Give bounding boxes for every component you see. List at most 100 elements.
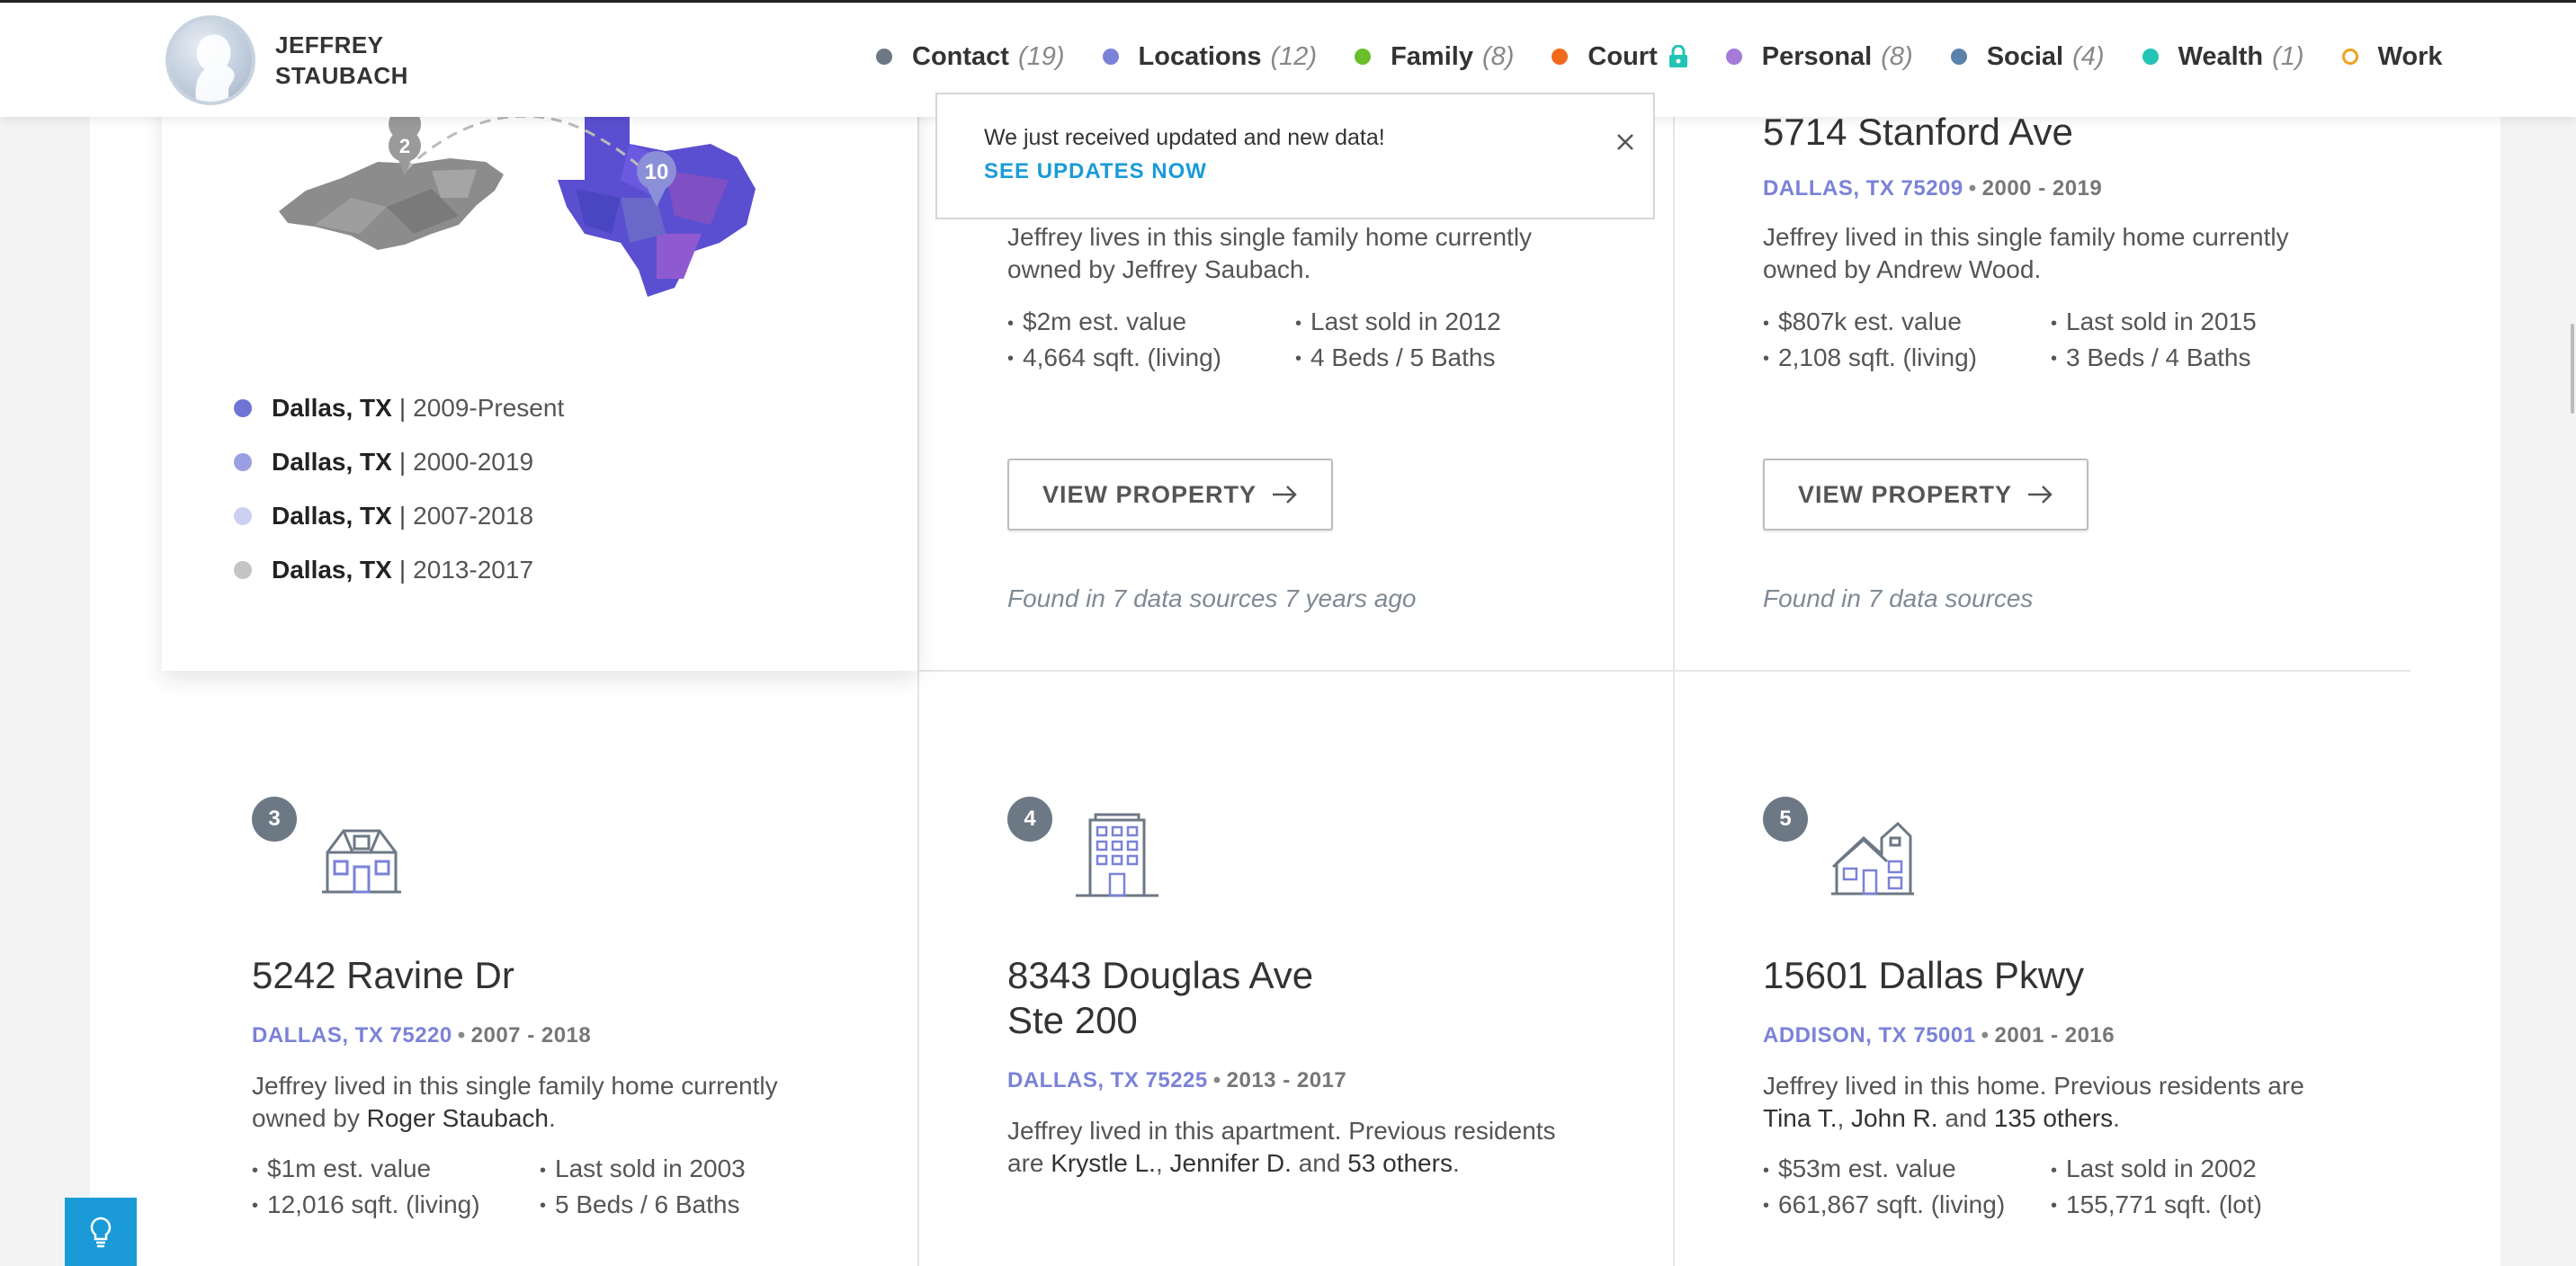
fact-last-sold: Last sold in 2002 xyxy=(2051,1153,2339,1187)
nav-wealth[interactable]: Wealth (1) xyxy=(2142,42,2304,72)
property-years: 2013 - 2017 xyxy=(1226,1068,1347,1092)
property-facts: $2m est. value Last sold in 2012 4,664 s… xyxy=(1007,306,1583,375)
property-address[interactable]: 8343 Douglas Ave Ste 200 xyxy=(1007,953,1313,1043)
property-card-5: 5 15601 Dallas Pkwy ADDISON, TX 75001 • 20… xyxy=(1763,671,2446,1266)
property-description: Jeffrey lived in this apartment. Previou… xyxy=(1007,1115,1637,1180)
property-card-3: 3 5242 Ravine Dr DALLAS, TX 75220 • 2007 -… xyxy=(252,671,935,1266)
profile-last-name: STAUBACH xyxy=(275,62,408,89)
description-text: and xyxy=(1937,1104,1994,1132)
location-item[interactable]: Dallas, TX | 2013-2017 xyxy=(234,543,564,597)
close-icon[interactable] xyxy=(1614,130,1637,154)
fact-value: $1m est. value xyxy=(252,1153,540,1187)
location-city: Dallas, TX xyxy=(272,448,392,476)
nav-dot xyxy=(1552,49,1569,65)
view-property-button[interactable]: VIEW PROPERTY xyxy=(1763,459,2089,530)
notification-message: We just received updated and new data! xyxy=(984,125,1385,150)
description-line: Jeffrey lived in this home. Previous res… xyxy=(1763,1072,2304,1100)
property-card-4: 4 8343 Douglas Ave Ste 200 DALLAS, TX 75… xyxy=(1007,671,1691,1266)
location-city: Dallas, TX xyxy=(272,502,392,530)
resident-name[interactable]: Jennifer D. xyxy=(1170,1149,1292,1177)
fact-value: $53m est. value xyxy=(1763,1153,2051,1187)
location-item[interactable]: Dallas, TX | 2009-Present xyxy=(234,381,564,435)
location-years: 2009-Present xyxy=(413,394,565,422)
description-text: owned by xyxy=(252,1104,367,1132)
fact-sqft: 12,016 sqft. (living) xyxy=(252,1189,540,1223)
single-family-house-icon xyxy=(322,829,401,894)
data-sources-note: Found in 7 data sources xyxy=(1763,584,2034,612)
other-residents-link[interactable]: 53 others xyxy=(1347,1149,1453,1177)
property-facts: $53m est. value Last sold in 2002 661,86… xyxy=(1763,1153,2339,1222)
location-item[interactable]: Dallas, TX | 2000-2019 xyxy=(234,435,564,489)
description-line: Tina T., John R. and 135 others. xyxy=(1763,1102,2393,1135)
nav-count: (19) xyxy=(1017,41,1065,71)
see-updates-link[interactable]: SEE UPDATES NOW xyxy=(984,159,1207,184)
profile-name: JEFFREY STAUBACH xyxy=(275,30,408,91)
fact-last-sold: Last sold in 2003 xyxy=(540,1153,827,1187)
location-dot xyxy=(234,399,252,417)
nav-label: Work xyxy=(2377,41,2443,71)
description-text: , xyxy=(1837,1104,1852,1132)
lightbulb-icon xyxy=(90,1217,112,1248)
nav-personal[interactable]: Personal (8) xyxy=(1725,42,1913,72)
property-description: Jeffrey lived in this home. Previous res… xyxy=(1763,1070,2393,1135)
resident-name[interactable]: John R. xyxy=(1851,1104,1938,1132)
property-years: 2000 - 2019 xyxy=(1981,176,2103,201)
resident-name[interactable]: Krystle L. xyxy=(1051,1149,1156,1177)
data-sources-note: Found in 7 data sources 7 years ago xyxy=(1007,584,1417,612)
other-residents-link[interactable]: 135 others xyxy=(1994,1104,2113,1132)
property-address[interactable]: 15601 Dallas Pkwy xyxy=(1763,953,2084,998)
separator: | xyxy=(398,556,407,584)
fact-last-sold: Last sold in 2015 xyxy=(2051,306,2339,340)
description-line: owned by Jeffrey Saubach. xyxy=(1007,255,1311,283)
property-city: DALLAS, TX 75225 xyxy=(1007,1068,1208,1092)
meta-dot: • xyxy=(1968,176,1977,201)
resident-name[interactable]: Tina T. xyxy=(1763,1104,1837,1132)
nav-dot xyxy=(1355,49,1372,65)
help-button[interactable] xyxy=(65,1198,137,1266)
fact-sqft: 2,108 sqft. (living) xyxy=(1763,342,2051,376)
nav-court[interactable]: Court xyxy=(1552,42,1687,72)
fact-value: $2m est. value xyxy=(1007,306,1295,340)
property-number-badge: 5 xyxy=(1763,797,1808,842)
nav-dot xyxy=(2142,49,2159,65)
button-label: VIEW PROPERTY xyxy=(1042,480,1257,508)
fact-sqft: 661,867 sqft. (living) xyxy=(1763,1189,2051,1223)
profile-avatar[interactable] xyxy=(165,15,255,105)
property-city: ADDISON, TX 75001 xyxy=(1763,1023,1976,1048)
person-silhouette-icon xyxy=(195,34,235,102)
property-description: Jeffrey lived in this single family home… xyxy=(252,1070,881,1135)
section-nav: Contact (19) Locations (12) Family (8) C… xyxy=(876,39,2443,75)
description-text: , xyxy=(1155,1149,1170,1177)
description-text: . xyxy=(549,1104,556,1132)
nav-label: Social xyxy=(1986,41,2064,71)
property-years: 2001 - 2016 xyxy=(1994,1023,2115,1048)
address-line-1: 8343 Douglas Ave xyxy=(1007,954,1314,996)
description-line: owned by Roger Staubach. xyxy=(252,1102,881,1135)
nav-count: (8) xyxy=(1481,41,1515,71)
arrow-right-icon xyxy=(1273,486,1297,504)
description-text: are xyxy=(1007,1149,1051,1177)
nav-locations[interactable]: Locations (12) xyxy=(1102,41,1317,72)
nav-contact[interactable]: Contact (19) xyxy=(876,42,1065,72)
nav-dot xyxy=(1725,49,1742,65)
property-address[interactable]: 5242 Ravine Dr xyxy=(252,953,514,998)
nav-dot xyxy=(1102,49,1119,65)
nav-label: Locations xyxy=(1138,41,1262,71)
view-property-button[interactable]: VIEW PROPERTY xyxy=(1007,459,1333,530)
scrollbar-thumb[interactable] xyxy=(2571,324,2574,414)
lock-icon xyxy=(1668,45,1687,67)
location-item[interactable]: Dallas, TX | 2007-2018 xyxy=(234,489,564,543)
property-years: 2007 - 2018 xyxy=(470,1023,592,1048)
nav-label: Wealth xyxy=(2178,41,2264,71)
nav-family[interactable]: Family (8) xyxy=(1355,42,1514,72)
nav-work[interactable]: Work xyxy=(2341,41,2443,72)
description-line: Jeffrey lives in this single family home… xyxy=(1007,223,1533,251)
nav-label: Contact xyxy=(912,41,1009,71)
fact-beds-baths: 4 Beds / 5 Baths xyxy=(1295,342,1583,376)
property-number-badge: 4 xyxy=(1007,797,1052,842)
nav-social[interactable]: Social (4) xyxy=(1950,41,2105,72)
description-line: owned by Andrew Wood. xyxy=(1763,255,2042,283)
fact-beds-baths: 5 Beds / 6 Baths xyxy=(540,1189,827,1223)
meta-dot: • xyxy=(1212,1068,1221,1092)
nav-label: Court xyxy=(1588,41,1658,71)
